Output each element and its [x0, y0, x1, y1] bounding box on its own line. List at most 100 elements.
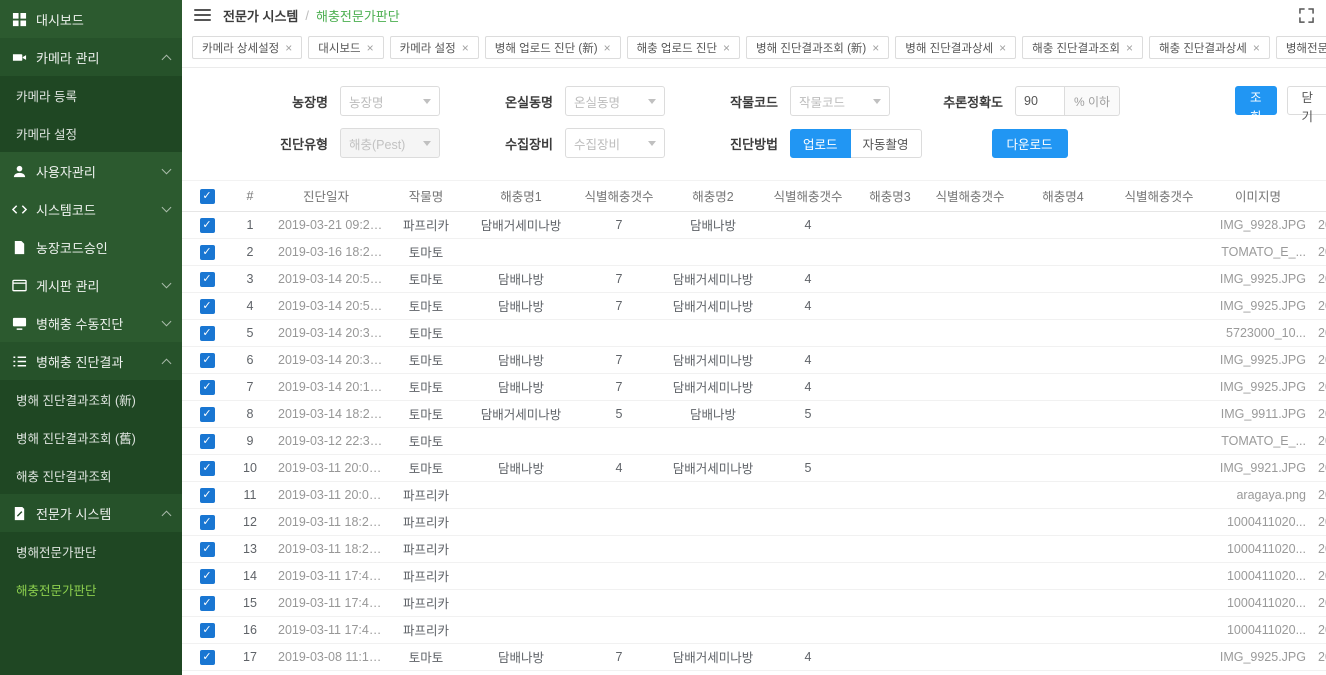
tab-close-icon[interactable]: ×: [872, 42, 879, 54]
sidebar-item-expert-system[interactable]: 전문가 시스템: [0, 494, 182, 532]
sidebar-item-pest-results[interactable]: 해충 진단결과조회: [0, 456, 182, 494]
download-button[interactable]: 다운로드: [992, 129, 1068, 158]
cell-date: 2019-03-11 17:43:34: [268, 616, 384, 643]
row-checkbox[interactable]: ✓: [200, 623, 215, 638]
sidebar-item-camera-register[interactable]: 카메라 등록: [0, 76, 182, 114]
tab-0[interactable]: 카메라 상세설정×: [192, 36, 302, 59]
row-checkbox[interactable]: ✓: [200, 326, 215, 341]
table-row[interactable]: ✓72019-03-14 20:13:53토마토담배나방7담배거세미나방4IMG…: [182, 373, 1326, 400]
sidebar-item-disease-results-new[interactable]: 병해 진단결과조회 (新): [0, 380, 182, 418]
sidebar-item-system-code[interactable]: 시스템코드: [0, 190, 182, 228]
table-row[interactable]: ✓112019-03-11 20:02:41파프리카aragaya.png201…: [182, 481, 1326, 508]
table-row[interactable]: ✓62019-03-14 20:31:03토마토담배나방7담배거세미나방4IMG…: [182, 346, 1326, 373]
tab-close-icon[interactable]: ×: [604, 42, 611, 54]
cell-pest4: [1014, 643, 1112, 670]
sidebar-item-dashboard[interactable]: 대시보드: [0, 0, 182, 38]
table-row[interactable]: ✓122019-03-11 18:22:20파프리카1000411020...2…: [182, 508, 1326, 535]
sidebar-item-camera-mgmt[interactable]: 카메라 관리: [0, 38, 182, 76]
table-row[interactable]: ✓42019-03-14 20:58:46토마토담배나방7담배거세미나방4IMG…: [182, 292, 1326, 319]
cell-pest4: [1014, 616, 1112, 643]
tab-4[interactable]: 해충 업로드 진단×: [627, 36, 740, 59]
sidebar-item-board-mgmt[interactable]: 게시판 관리: [0, 266, 182, 304]
select-all-checkbox[interactable]: ✓: [200, 189, 215, 204]
tab-1[interactable]: 대시보드×: [308, 36, 383, 59]
table-row[interactable]: ✓142019-03-11 17:46:58파프리카1000411020...2…: [182, 562, 1326, 589]
cell-cnt1: [574, 238, 664, 265]
sidebar-item-pest-expert[interactable]: 해충전문가판단: [0, 570, 182, 608]
table-row[interactable]: ✓22019-03-16 18:24:43토마토TOMATO_E_...2019: [182, 238, 1326, 265]
row-checkbox[interactable]: ✓: [200, 272, 215, 287]
cell-cnt1: 7: [574, 265, 664, 292]
column-header: 진단일자: [268, 181, 384, 211]
row-checkbox[interactable]: ✓: [200, 434, 215, 449]
row-checkbox[interactable]: ✓: [200, 596, 215, 611]
cell-crop: 파프리카: [384, 562, 468, 589]
row-checkbox[interactable]: ✓: [200, 353, 215, 368]
cell-cnt2: [762, 616, 854, 643]
tab-close-icon[interactable]: ×: [285, 42, 292, 54]
sidebar-item-user-mgmt[interactable]: 사용자관리: [0, 152, 182, 190]
diagnosis-type-select[interactable]: 해충(Pest): [340, 128, 440, 158]
farm-name-select[interactable]: 농장명: [340, 86, 440, 116]
tab-7[interactable]: 해충 진단결과조회×: [1022, 36, 1143, 59]
row-checkbox[interactable]: ✓: [200, 650, 215, 665]
tab-close-icon[interactable]: ×: [999, 42, 1006, 54]
sidebar-item-manual-diagnosis[interactable]: 병해충 수동진단: [0, 304, 182, 342]
cell-cnt2: 4: [762, 211, 854, 238]
tab-close-icon[interactable]: ×: [367, 42, 374, 54]
table-row[interactable]: ✓32019-03-14 20:59:38토마토담배나방7담배거세미나방4IMG…: [182, 265, 1326, 292]
tab-5[interactable]: 병해 진단결과조회 (新)×: [746, 36, 889, 59]
cell-img: IMG_9925.JPG: [1206, 292, 1310, 319]
sidebar-item-disease-results-old[interactable]: 병해 진단결과조회 (舊): [0, 418, 182, 456]
tab-close-icon[interactable]: ×: [462, 42, 469, 54]
search-button[interactable]: 조회: [1235, 86, 1277, 115]
column-header: 작물명: [384, 181, 468, 211]
close-button[interactable]: 닫기: [1287, 86, 1326, 115]
cell-crop: 토마토: [384, 373, 468, 400]
table-row[interactable]: ✓82019-03-14 18:25:32토마토담배거세미나방5담배나방5IMG…: [182, 400, 1326, 427]
cell-pest2: [664, 427, 762, 454]
table-row[interactable]: ✓92019-03-12 22:34:44토마토TOMATO_E_...2019: [182, 427, 1326, 454]
table-row[interactable]: ✓12019-03-21 09:22:00파프리카담배거세미나방7담배나방4IM…: [182, 211, 1326, 238]
row-checkbox[interactable]: ✓: [200, 488, 215, 503]
sidebar-item-label: 농장코드승인: [36, 238, 170, 257]
table-row[interactable]: ✓52019-03-14 20:38:56토마토5723000_10...201…: [182, 319, 1326, 346]
row-checkbox[interactable]: ✓: [200, 569, 215, 584]
tab-8[interactable]: 해충 진단결과상세×: [1149, 36, 1270, 59]
row-checkbox[interactable]: ✓: [200, 461, 215, 476]
tab-close-icon[interactable]: ×: [1253, 42, 1260, 54]
greenhouse-select[interactable]: 온실동명: [565, 86, 665, 116]
cell-checkbox: ✓: [182, 211, 232, 238]
cell-cnt2: 5: [762, 400, 854, 427]
device-select[interactable]: 수집장비: [565, 128, 665, 158]
tab-2[interactable]: 카메라 설정×: [390, 36, 479, 59]
row-checkbox[interactable]: ✓: [200, 542, 215, 557]
row-checkbox[interactable]: ✓: [200, 407, 215, 422]
tab-close-icon[interactable]: ×: [723, 42, 730, 54]
row-checkbox[interactable]: ✓: [200, 218, 215, 233]
method-autocapture-button[interactable]: 자동촬영: [851, 129, 922, 158]
table-row[interactable]: ✓132019-03-11 18:22:03파프리카1000411020...2…: [182, 535, 1326, 562]
tab-9[interactable]: 병해전문가판단×: [1276, 36, 1326, 59]
table-row[interactable]: ✓152019-03-11 17:44:33파프리카1000411020...2…: [182, 589, 1326, 616]
chevron-up-icon: [162, 358, 172, 368]
tab-6[interactable]: 병해 진단결과상세×: [895, 36, 1016, 59]
menu-toggle-icon[interactable]: [194, 9, 211, 21]
fullscreen-icon[interactable]: [1299, 8, 1314, 23]
table-row[interactable]: ✓172019-03-08 11:17:59토마토담배나방7담배거세미나방4IM…: [182, 643, 1326, 670]
row-checkbox[interactable]: ✓: [200, 299, 215, 314]
crop-code-select[interactable]: 작물코드: [790, 86, 890, 116]
sidebar-item-farm-code-approval[interactable]: 농장코드승인: [0, 228, 182, 266]
table-row[interactable]: ✓102019-03-11 20:04:40토마토담배나방4담배거세미나방5IM…: [182, 454, 1326, 481]
tab-3[interactable]: 병해 업로드 진단 (新)×: [485, 36, 621, 59]
row-checkbox[interactable]: ✓: [200, 515, 215, 530]
accuracy-input[interactable]: [1015, 86, 1065, 116]
row-checkbox[interactable]: ✓: [200, 245, 215, 260]
sidebar-item-disease-expert[interactable]: 병해전문가판단: [0, 532, 182, 570]
sidebar-item-diagnosis-results[interactable]: 병해충 진단결과: [0, 342, 182, 380]
sidebar-item-camera-settings[interactable]: 카메라 설정: [0, 114, 182, 152]
row-checkbox[interactable]: ✓: [200, 380, 215, 395]
table-row[interactable]: ✓162019-03-11 17:43:34파프리카1000411020...2…: [182, 616, 1326, 643]
method-upload-button[interactable]: 업로드: [790, 129, 851, 158]
tab-close-icon[interactable]: ×: [1126, 42, 1133, 54]
